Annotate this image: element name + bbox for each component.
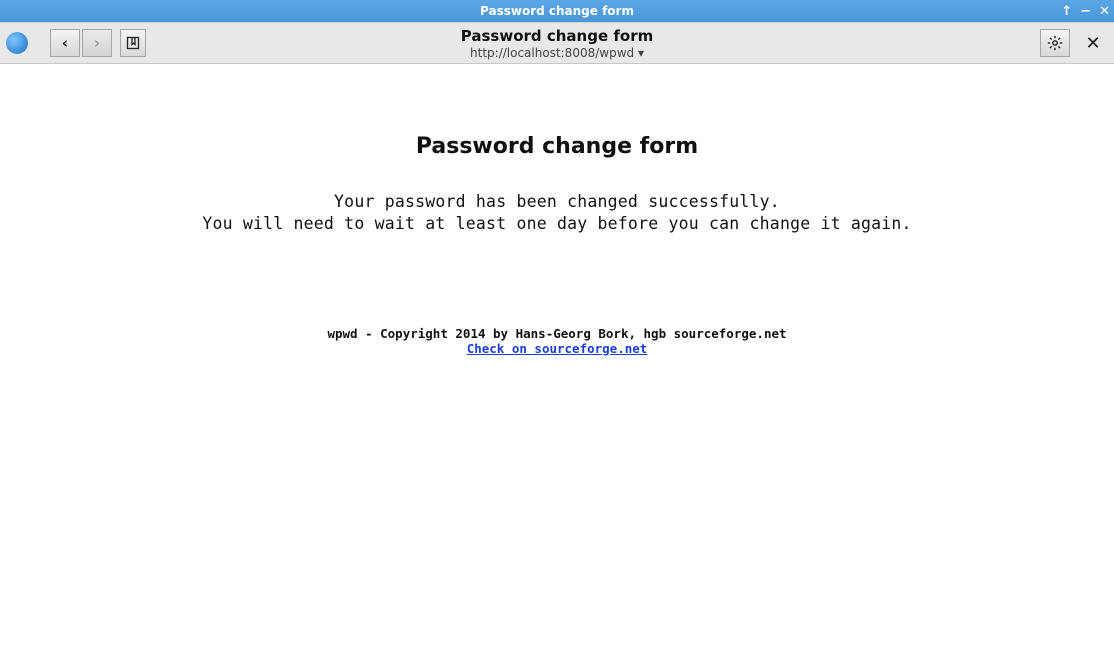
tab-close-button[interactable]: ✕ [1078,29,1108,57]
success-message: Your password has been changed successfu… [0,191,1114,236]
copyright-text: wpwd - Copyright 2014 by Hans-Georg Bork… [0,326,1114,341]
bookmark-icon [126,36,140,50]
content-heading: Password change form [0,134,1114,159]
bookmark-button[interactable] [120,29,146,57]
gear-icon [1047,35,1063,51]
settings-button[interactable] [1040,29,1070,57]
window-roll-up-icon[interactable]: ↑ [1061,5,1072,18]
globe-icon[interactable] [6,32,28,54]
page-content: Password change form Your password has b… [0,64,1114,356]
success-line-1: Your password has been changed successfu… [0,191,1114,213]
browser-toolbar: ‹ › Password change form http://localhos… [0,22,1114,64]
page-title: Password change form [0,27,1114,45]
forward-button[interactable]: › [82,29,112,57]
window-title: Password change form [0,4,1114,18]
chevron-right-icon: › [94,34,100,52]
page-url[interactable]: http://localhost:8008/wpwd ▾ [0,46,1114,60]
window-titlebar: Password change form ↑ − ✕ [0,0,1114,22]
footer: wpwd - Copyright 2014 by Hans-Georg Bork… [0,326,1114,356]
close-icon: ✕ [1085,33,1100,54]
window-close-icon[interactable]: ✕ [1099,5,1110,18]
chevron-left-icon: ‹ [62,34,68,52]
sourceforge-link[interactable]: Check on sourceforge.net [467,341,648,356]
address-area: Password change form http://localhost:80… [0,27,1114,60]
back-button[interactable]: ‹ [50,29,80,57]
success-line-2: You will need to wait at least one day b… [0,213,1114,235]
window-controls: ↑ − ✕ [1061,0,1110,22]
window-minimize-icon[interactable]: − [1080,5,1091,18]
